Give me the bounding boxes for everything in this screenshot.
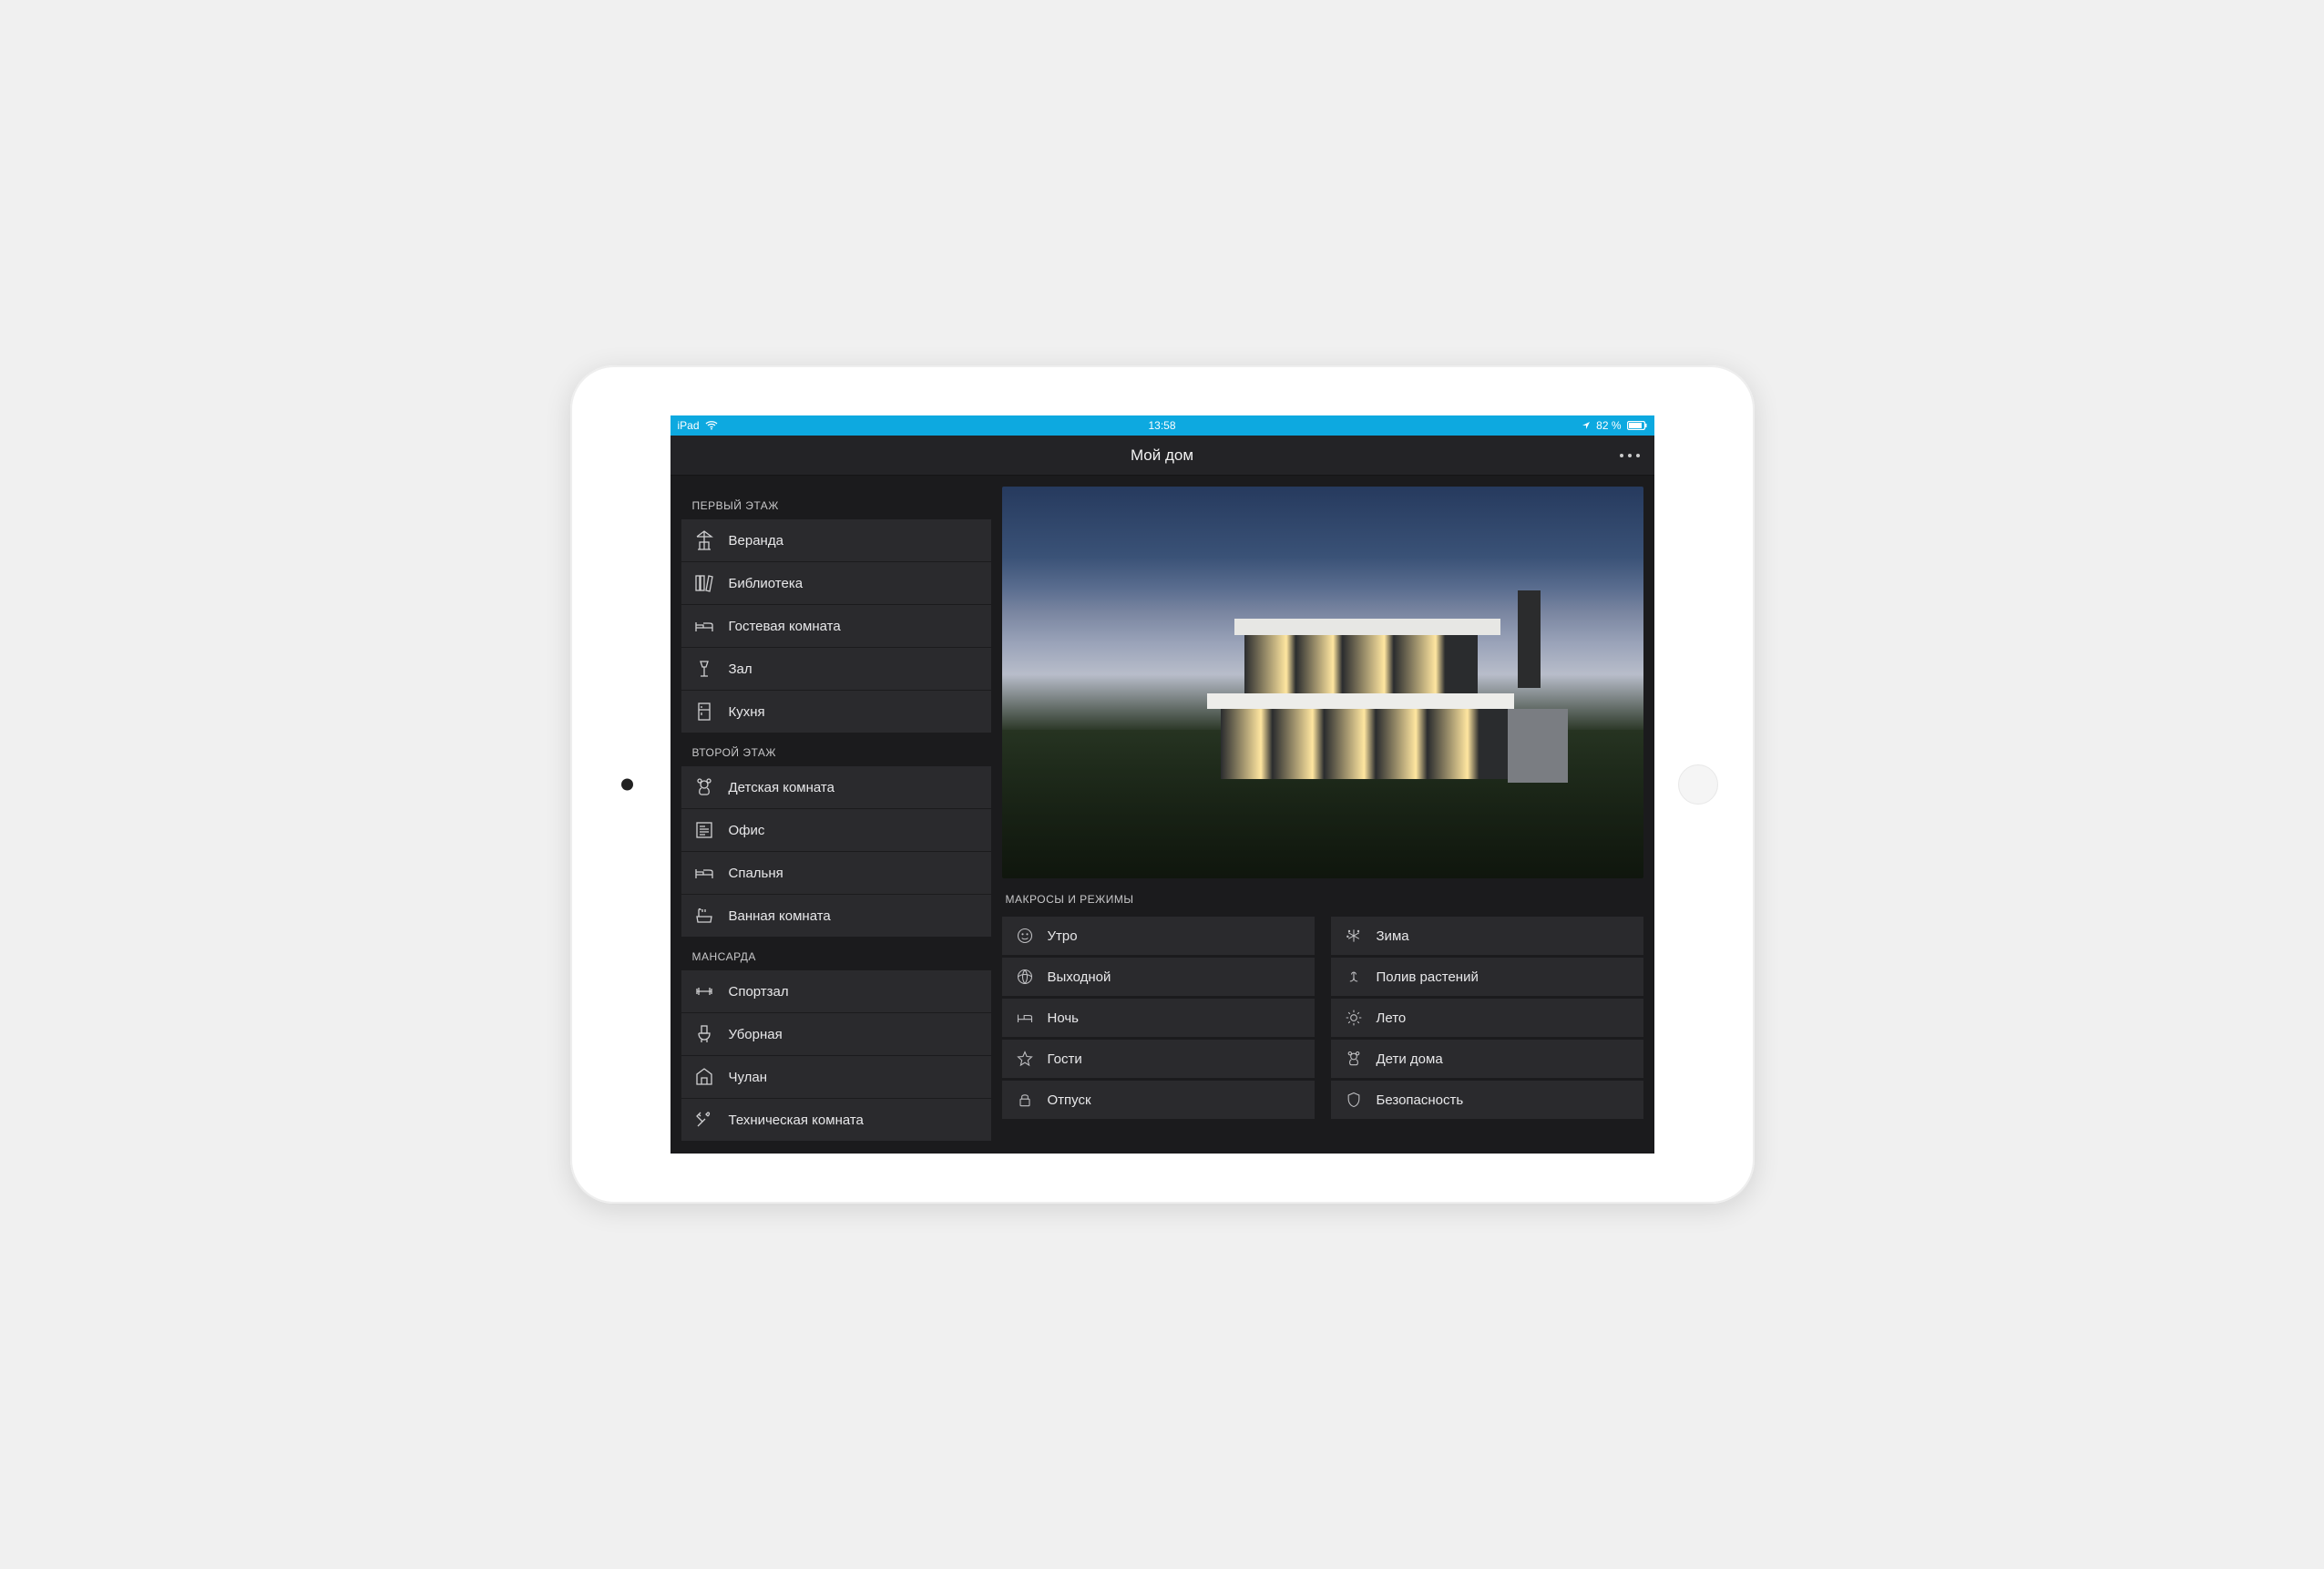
more-button[interactable]	[1620, 454, 1640, 457]
macro-label: Гости	[1048, 1051, 1082, 1067]
macro-label: Отпуск	[1048, 1092, 1091, 1108]
macro-label: Полив растений	[1377, 969, 1479, 985]
device-camera	[621, 779, 633, 791]
house-image	[1002, 487, 1643, 878]
battery-icon	[1627, 421, 1647, 430]
macro-label: Ночь	[1048, 1010, 1079, 1026]
page-title: Мой дом	[1131, 446, 1193, 465]
patio-icon	[692, 528, 716, 552]
room-label: Уборная	[729, 1027, 783, 1042]
bed-icon	[692, 614, 716, 638]
macro-vacation[interactable]: Отпуск	[1002, 1081, 1315, 1120]
newspaper-icon	[692, 818, 716, 842]
fridge-icon	[692, 700, 716, 723]
room-label: Гостевая комната	[729, 619, 841, 634]
device-home-button[interactable]	[1678, 764, 1718, 805]
macro-weekend[interactable]: Выходной	[1002, 958, 1315, 997]
room-label: Спортзал	[729, 984, 789, 1000]
macros-grid: Утро Выходной Ночь Гости	[1002, 917, 1643, 1120]
star-icon	[1015, 1049, 1035, 1069]
macros-header: МАКРОСЫ И РЕЖИМЫ	[1002, 887, 1643, 908]
tools-icon	[692, 1108, 716, 1132]
macro-guests[interactable]: Гости	[1002, 1040, 1315, 1079]
room-tech[interactable]: Техническая комната	[681, 1099, 991, 1142]
location-icon	[1582, 421, 1591, 430]
app-screen: iPad 13:58 82 % Мой дом	[671, 415, 1654, 1154]
macro-kids-home[interactable]: Дети дома	[1331, 1040, 1643, 1079]
macro-label: Утро	[1048, 928, 1078, 944]
room-label: Библиотека	[729, 576, 804, 591]
macro-night[interactable]: Ночь	[1002, 999, 1315, 1038]
room-gym[interactable]: Спортзал	[681, 970, 991, 1013]
main-panel: МАКРОСЫ И РЕЖИМЫ Утро Выходной	[1002, 487, 1643, 1143]
status-time: 13:58	[1148, 419, 1175, 432]
books-icon	[692, 571, 716, 595]
macro-security[interactable]: Безопасность	[1331, 1081, 1643, 1120]
battery-percent: 82 %	[1596, 419, 1621, 432]
room-kitchen[interactable]: Кухня	[681, 691, 991, 733]
macro-watering[interactable]: Полив растений	[1331, 958, 1643, 997]
macro-label: Зима	[1377, 928, 1409, 944]
room-label: Техническая комната	[729, 1113, 864, 1128]
room-storage[interactable]: Чулан	[681, 1056, 991, 1099]
toilet-icon	[692, 1022, 716, 1046]
ball-icon	[1015, 967, 1035, 987]
room-label: Спальня	[729, 866, 783, 881]
room-label: Зал	[729, 661, 752, 677]
shield-icon	[1344, 1090, 1364, 1110]
section-header-floor2: ВТОРОЙ ЭТАЖ	[681, 733, 991, 766]
room-bedroom[interactable]: Спальня	[681, 852, 991, 895]
tablet-frame: iPad 13:58 82 % Мой дом	[570, 365, 1755, 1204]
section-header-attic: МАНСАРДА	[681, 938, 991, 970]
macro-summer[interactable]: Лето	[1331, 999, 1643, 1038]
dumbbell-icon	[692, 979, 716, 1003]
room-kids[interactable]: Детская комната	[681, 766, 991, 809]
sun-icon	[1344, 1008, 1364, 1028]
snow-icon	[1344, 926, 1364, 946]
room-label: Веранда	[729, 533, 783, 549]
teddy-icon	[692, 775, 716, 799]
nav-bar: Мой дом	[671, 436, 1654, 476]
device-label: iPad	[678, 419, 700, 432]
lock-icon	[1015, 1090, 1035, 1110]
section-header-floor1: ПЕРВЫЙ ЭТАЖ	[681, 487, 991, 519]
content-area: ПЕРВЫЙ ЭТАЖ Веранда Библиотека Гостевая …	[671, 476, 1654, 1154]
room-bathroom[interactable]: Ванная комната	[681, 895, 991, 938]
room-library[interactable]: Библиотека	[681, 562, 991, 605]
room-veranda[interactable]: Веранда	[681, 519, 991, 562]
room-label: Ванная комната	[729, 908, 831, 924]
macro-label: Дети дома	[1377, 1051, 1443, 1067]
room-label: Детская комната	[729, 780, 834, 795]
wifi-icon	[705, 421, 718, 430]
smile-icon	[1015, 926, 1035, 946]
macro-label: Безопасность	[1377, 1092, 1464, 1108]
storage-icon	[692, 1065, 716, 1089]
status-bar: iPad 13:58 82 %	[671, 415, 1654, 436]
macro-winter[interactable]: Зима	[1331, 917, 1643, 956]
plant-icon	[1344, 967, 1364, 987]
room-label: Чулан	[729, 1070, 768, 1085]
bed-icon	[692, 861, 716, 885]
macro-morning[interactable]: Утро	[1002, 917, 1315, 956]
room-office[interactable]: Офис	[681, 809, 991, 852]
bed-icon	[1015, 1008, 1035, 1028]
lamp-icon	[692, 657, 716, 681]
room-label: Кухня	[729, 704, 765, 720]
room-guest[interactable]: Гостевая комната	[681, 605, 991, 648]
macro-label: Лето	[1377, 1010, 1407, 1026]
room-toilet[interactable]: Уборная	[681, 1013, 991, 1056]
rooms-sidebar: ПЕРВЫЙ ЭТАЖ Веранда Библиотека Гостевая …	[681, 487, 991, 1143]
room-label: Офис	[729, 823, 765, 838]
bath-icon	[692, 904, 716, 928]
macro-label: Выходной	[1048, 969, 1111, 985]
teddy-icon	[1344, 1049, 1364, 1069]
room-hall[interactable]: Зал	[681, 648, 991, 691]
